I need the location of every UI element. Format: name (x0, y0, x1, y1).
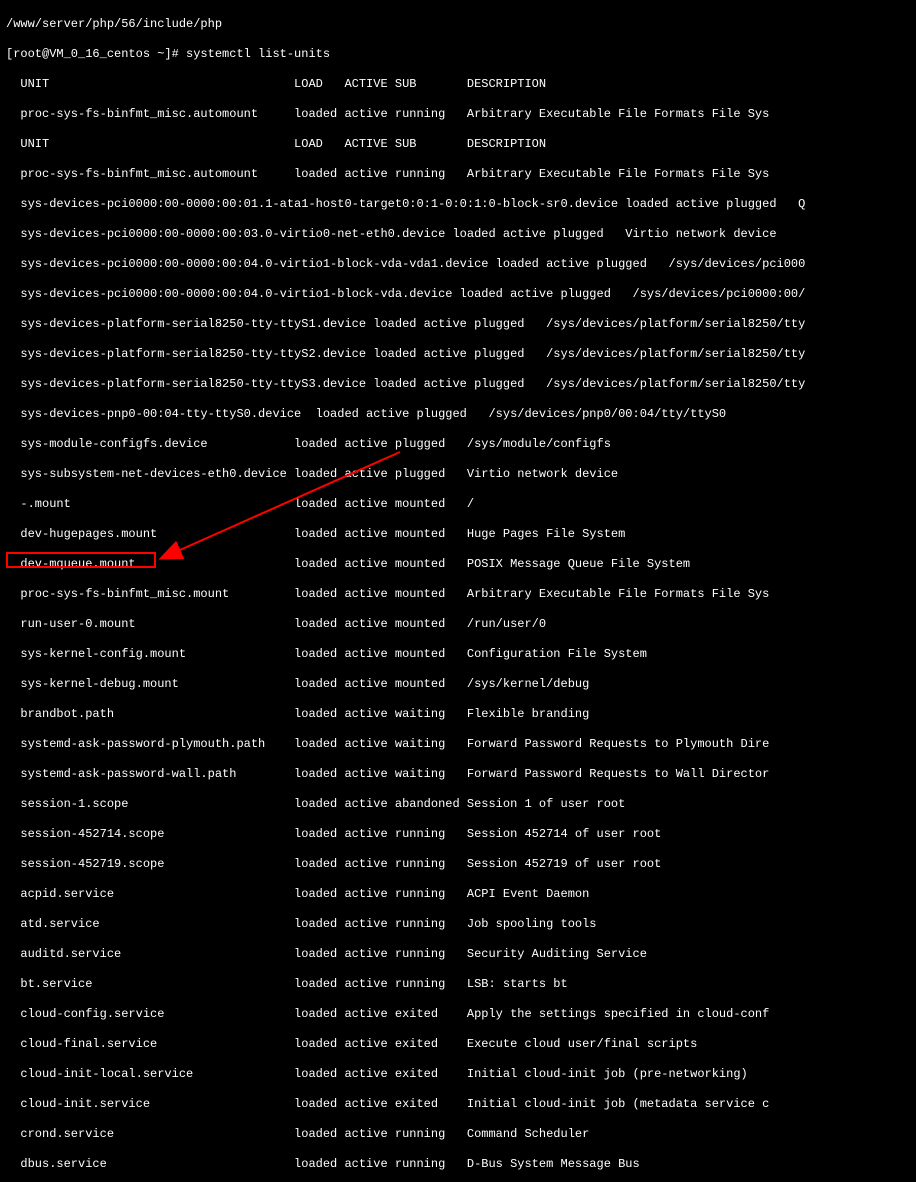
unit-row: -.mount loaded active mounted / (6, 497, 910, 512)
unit-row: bt.service loaded active running LSB: st… (6, 977, 910, 992)
unit-row: sys-devices-platform-serial8250-tty-ttyS… (6, 317, 910, 332)
unit-row: sys-module-configfs.device loaded active… (6, 437, 910, 452)
unit-row: dev-hugepages.mount loaded active mounte… (6, 527, 910, 542)
unit-row: dbus.service loaded active running D-Bus… (6, 1157, 910, 1172)
unit-row: systemd-ask-password-plymouth.path loade… (6, 737, 910, 752)
unit-row: sys-devices-pci0000:00-0000:00:04.0-virt… (6, 257, 910, 272)
unit-row: auditd.service loaded active running Sec… (6, 947, 910, 962)
unit-row: cloud-config.service loaded active exite… (6, 1007, 910, 1022)
unit-row: cloud-init-local.service loaded active e… (6, 1067, 910, 1082)
unit-row: systemd-ask-password-wall.path loaded ac… (6, 767, 910, 782)
unit-row: sys-devices-pci0000:00-0000:00:03.0-virt… (6, 227, 910, 242)
unit-row: sys-kernel-debug.mount loaded active mou… (6, 677, 910, 692)
unit-row: cloud-init.service loaded active exited … (6, 1097, 910, 1112)
unit-row: proc-sys-fs-binfmt_misc.mount loaded act… (6, 587, 910, 602)
header-row: UNIT LOAD ACTIVE SUB DESCRIPTION (6, 137, 910, 152)
unit-row: sys-devices-platform-serial8250-tty-ttyS… (6, 377, 910, 392)
unit-row: brandbot.path loaded active waiting Flex… (6, 707, 910, 722)
unit-row: sys-kernel-config.mount loaded active mo… (6, 647, 910, 662)
unit-row: proc-sys-fs-binfmt_misc.automount loaded… (6, 107, 910, 122)
unit-row: run-user-0.mount loaded active mounted /… (6, 617, 910, 632)
unit-row: sys-devices-platform-serial8250-tty-ttyS… (6, 347, 910, 362)
unit-row: atd.service loaded active running Job sp… (6, 917, 910, 932)
unit-row: session-452714.scope loaded active runni… (6, 827, 910, 842)
unit-row: sys-devices-pnp0-00:04-tty-ttyS0.device … (6, 407, 910, 422)
terminal-output: /www/server/php/56/include/php [root@VM_… (0, 0, 916, 1182)
unit-row: session-1.scope loaded active abandoned … (6, 797, 910, 812)
unit-row: acpid.service loaded active running ACPI… (6, 887, 910, 902)
unit-row: dev-mqueue.mount loaded active mounted P… (6, 557, 910, 572)
unit-row: proc-sys-fs-binfmt_misc.automount loaded… (6, 167, 910, 182)
unit-row: session-452719.scope loaded active runni… (6, 857, 910, 872)
prompt-line: [root@VM_0_16_centos ~]# systemctl list-… (6, 47, 910, 62)
unit-row: cloud-final.service loaded active exited… (6, 1037, 910, 1052)
unit-row: sys-devices-pci0000:00-0000:00:04.0-virt… (6, 287, 910, 302)
unit-row-highlighted: crond.service loaded active running Comm… (6, 1127, 910, 1142)
path-line: /www/server/php/56/include/php (6, 17, 910, 32)
header-row: UNIT LOAD ACTIVE SUB DESCRIPTION (6, 77, 910, 92)
unit-row: sys-devices-pci0000:00-0000:00:01.1-ata1… (6, 197, 910, 212)
unit-row: sys-subsystem-net-devices-eth0.device lo… (6, 467, 910, 482)
